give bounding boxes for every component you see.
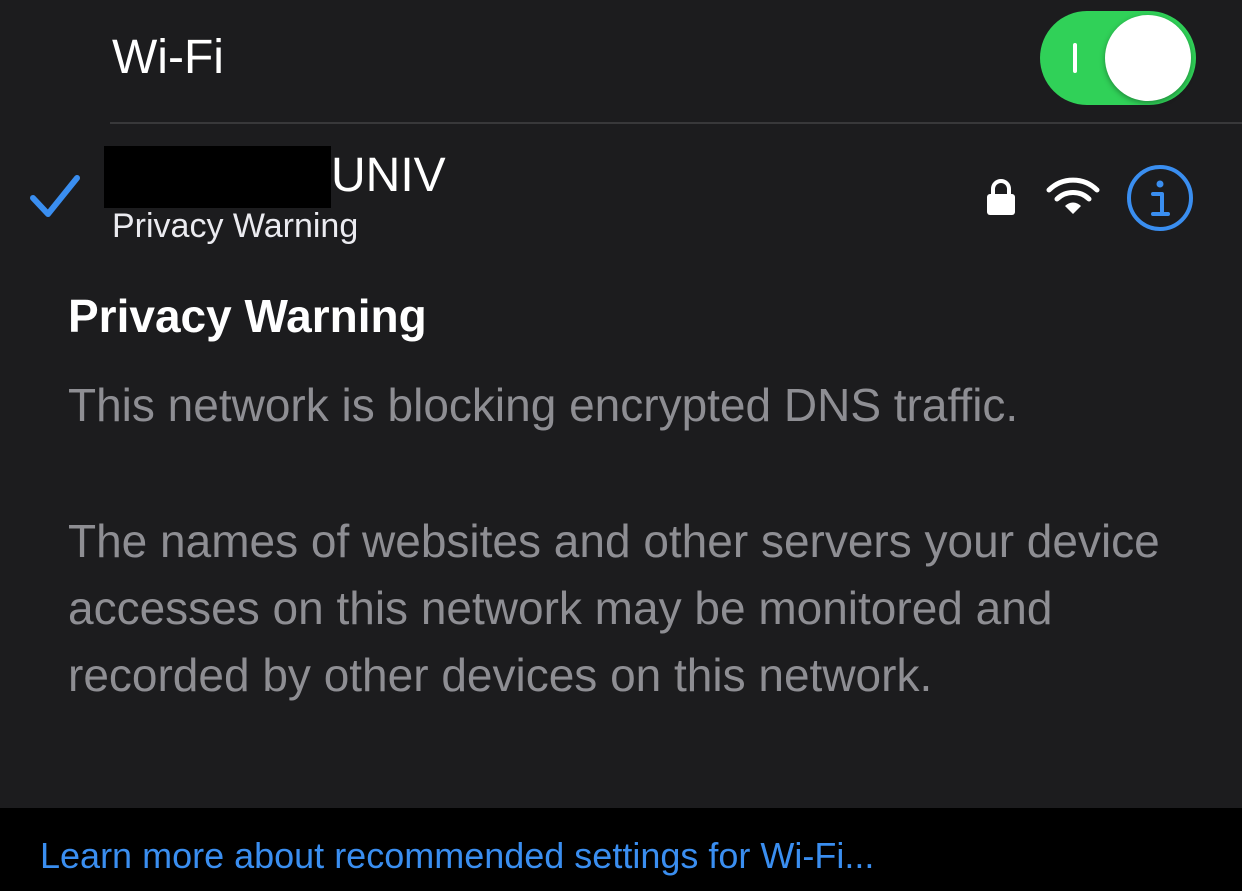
wifi-signal-icon: [1046, 177, 1100, 214]
network-subtitle: Privacy Warning: [112, 207, 359, 245]
wifi-label: Wi-Fi: [112, 31, 224, 84]
learn-more-link[interactable]: Learn more about recommended settings fo…: [40, 834, 874, 878]
network-name: UNIV: [331, 149, 446, 202]
lock-icon: [987, 179, 1015, 215]
info-icon[interactable]: [1126, 164, 1194, 232]
privacy-warning-summary: This network is blocking encrypted DNS t…: [68, 379, 1019, 431]
wifi-toggle-switch[interactable]: [1040, 11, 1196, 105]
network-row[interactable]: UNIV Privacy Warning: [0, 124, 1242, 284]
wifi-toggle-row: Wi-Fi: [0, 0, 1242, 122]
toggle-on-indicator: [1073, 43, 1077, 73]
toggle-knob: [1105, 15, 1191, 101]
wifi-settings-panel: Wi-Fi UNIV Privacy Warning Privacy Warni: [0, 0, 1242, 808]
redacted-network-name: [104, 146, 331, 208]
checkmark-icon: [30, 175, 80, 217]
privacy-warning-body: The names of websites and other servers …: [68, 515, 1160, 701]
privacy-warning-title: Privacy Warning: [68, 290, 427, 342]
